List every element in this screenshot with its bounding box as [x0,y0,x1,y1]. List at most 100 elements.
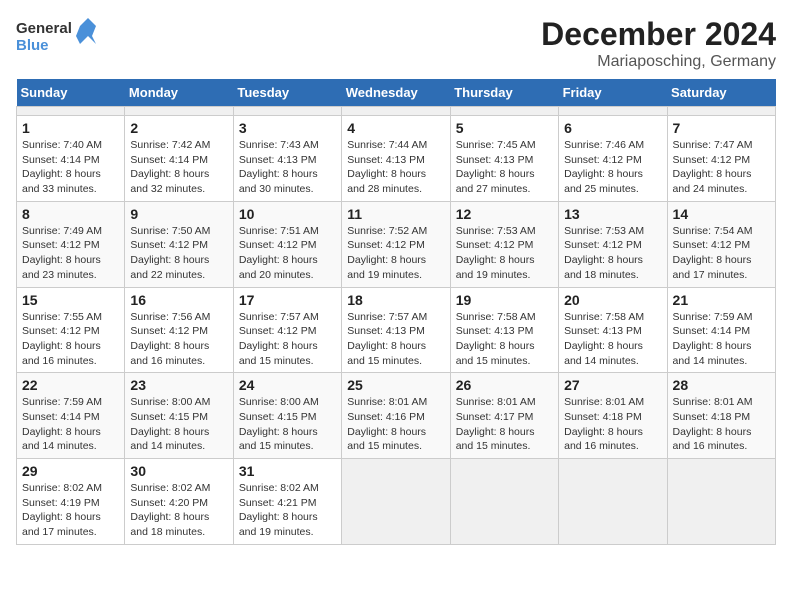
day-info: Sunrise: 7:56 AM Sunset: 4:12 PM Dayligh… [130,310,227,369]
calendar-cell [125,107,233,116]
calendar-cell: 24 Sunrise: 8:00 AM Sunset: 4:15 PM Dayli… [233,373,341,459]
day-info: Sunrise: 7:54 AM Sunset: 4:12 PM Dayligh… [673,224,770,283]
day-info: Sunrise: 8:01 AM Sunset: 4:17 PM Dayligh… [456,395,553,454]
calendar-cell: 23Sunrise: 8:00 AM Sunset: 4:15 PM Dayli… [125,373,233,459]
calendar-cell [342,459,450,545]
day-number: 18 [347,292,444,308]
day-number: 13 [564,206,661,222]
day-number: 4 [347,120,444,136]
day-info: Sunrise: 7:57 AM Sunset: 4:13 PM Dayligh… [347,310,444,369]
week-row-0 [17,107,776,116]
day-number: 25 [347,377,444,393]
day-info: Sunrise: 7:45 AM Sunset: 4:13 PM Dayligh… [456,138,553,197]
day-number: 12 [456,206,553,222]
day-info: Sunrise: 7:51 AM Sunset: 4:12 PM Dayligh… [239,224,336,283]
calendar-cell: 27Sunrise: 8:01 AM Sunset: 4:18 PM Dayli… [559,373,667,459]
day-number: 2 [130,120,227,136]
day-number: 15 [22,292,119,308]
week-row-4: 22Sunrise: 7:59 AM Sunset: 4:14 PM Dayli… [17,373,776,459]
calendar-cell: 31Sunrise: 8:02 AM Sunset: 4:21 PM Dayli… [233,459,341,545]
day-info: Sunrise: 8:00 AM Sunset: 4:15 PM Dayligh… [239,395,336,454]
day-info: Sunrise: 7:57 AM Sunset: 4:12 PM Dayligh… [239,310,336,369]
week-row-3: 15Sunrise: 7:55 AM Sunset: 4:12 PM Dayli… [17,287,776,373]
day-info: Sunrise: 8:01 AM Sunset: 4:18 PM Dayligh… [673,395,770,454]
svg-text:General: General [16,20,72,37]
logo-svg: General Blue [16,16,96,56]
day-info: Sunrise: 7:59 AM Sunset: 4:14 PM Dayligh… [22,395,119,454]
calendar-cell [17,107,125,116]
day-info: Sunrise: 7:42 AM Sunset: 4:14 PM Dayligh… [130,138,227,197]
week-row-5: 29Sunrise: 8:02 AM Sunset: 4:19 PM Dayli… [17,459,776,545]
logo: General Blue [16,16,96,56]
calendar-cell: 20 Sunrise: 7:58 AM Sunset: 4:13 PM Dayli… [559,287,667,373]
day-info: Sunrise: 8:00 AM Sunset: 4:15 PM Dayligh… [130,395,227,454]
day-info: Sunrise: 7:40 AM Sunset: 4:14 PM Dayligh… [22,138,119,197]
calendar-cell [342,107,450,116]
day-number: 17 [239,292,336,308]
calendar-cell: 26 Sunrise: 8:01 AM Sunset: 4:17 PM Dayli… [450,373,558,459]
day-number: 24 [239,377,336,393]
day-number: 16 [130,292,227,308]
day-number: 26 [456,377,553,393]
calendar-cell: 28 Sunrise: 8:01 AM Sunset: 4:18 PM Dayli… [667,373,775,459]
day-info: Sunrise: 7:52 AM Sunset: 4:12 PM Dayligh… [347,224,444,283]
day-info: Sunrise: 8:02 AM Sunset: 4:20 PM Dayligh… [130,481,227,540]
day-number: 20 [564,292,661,308]
calendar-cell: 13 Sunrise: 7:53 AM Sunset: 4:12 PM Dayli… [559,201,667,287]
col-header-monday: Monday [125,79,233,107]
day-number: 28 [673,377,770,393]
day-info: Sunrise: 8:01 AM Sunset: 4:18 PM Dayligh… [564,395,661,454]
week-row-2: 8 Sunrise: 7:49 AM Sunset: 4:12 PM Daylig… [17,201,776,287]
calendar-cell: 2 Sunrise: 7:42 AM Sunset: 4:14 PM Daylig… [125,116,233,202]
calendar-cell: 6Sunrise: 7:46 AM Sunset: 4:12 PM Daylig… [559,116,667,202]
calendar-cell: 5 Sunrise: 7:45 AM Sunset: 4:13 PM Daylig… [450,116,558,202]
day-info: Sunrise: 7:53 AM Sunset: 4:12 PM Dayligh… [456,224,553,283]
day-number: 6 [564,120,661,136]
day-number: 11 [347,206,444,222]
col-header-friday: Friday [559,79,667,107]
day-info: Sunrise: 7:44 AM Sunset: 4:13 PM Dayligh… [347,138,444,197]
day-number: 3 [239,120,336,136]
day-info: Sunrise: 7:58 AM Sunset: 4:13 PM Dayligh… [456,310,553,369]
day-number: 21 [673,292,770,308]
week-row-1: 1 Sunrise: 7:40 AM Sunset: 4:14 PM Daylig… [17,116,776,202]
calendar-cell [667,107,775,116]
calendar-cell [450,107,558,116]
day-number: 19 [456,292,553,308]
calendar-cell: 7Sunrise: 7:47 AM Sunset: 4:12 PM Daylig… [667,116,775,202]
col-header-tuesday: Tuesday [233,79,341,107]
day-info: Sunrise: 7:53 AM Sunset: 4:12 PM Dayligh… [564,224,661,283]
svg-text:Blue: Blue [16,37,49,54]
calendar-cell: 21 Sunrise: 7:59 AM Sunset: 4:14 PM Dayli… [667,287,775,373]
day-number: 7 [673,120,770,136]
calendar-cell: 12 Sunrise: 7:53 AM Sunset: 4:12 PM Dayli… [450,201,558,287]
day-info: Sunrise: 7:59 AM Sunset: 4:14 PM Dayligh… [673,310,770,369]
header-row: SundayMondayTuesdayWednesdayThursdayFrid… [17,79,776,107]
day-number: 31 [239,463,336,479]
calendar-cell: 1 Sunrise: 7:40 AM Sunset: 4:14 PM Daylig… [17,116,125,202]
day-info: Sunrise: 7:49 AM Sunset: 4:12 PM Dayligh… [22,224,119,283]
calendar-cell: 10Sunrise: 7:51 AM Sunset: 4:12 PM Dayli… [233,201,341,287]
day-number: 5 [456,120,553,136]
calendar-cell [667,459,775,545]
calendar-cell: 8 Sunrise: 7:49 AM Sunset: 4:12 PM Daylig… [17,201,125,287]
calendar-table: SundayMondayTuesdayWednesdayThursdayFrid… [16,79,776,545]
day-number: 8 [22,206,119,222]
calendar-cell [559,459,667,545]
day-number: 14 [673,206,770,222]
day-info: Sunrise: 7:43 AM Sunset: 4:13 PM Dayligh… [239,138,336,197]
calendar-cell: 29Sunrise: 8:02 AM Sunset: 4:19 PM Dayli… [17,459,125,545]
calendar-cell: 4 Sunrise: 7:44 AM Sunset: 4:13 PM Daylig… [342,116,450,202]
calendar-cell: 18 Sunrise: 7:57 AM Sunset: 4:13 PM Dayli… [342,287,450,373]
col-header-saturday: Saturday [667,79,775,107]
col-header-thursday: Thursday [450,79,558,107]
calendar-cell: 3 Sunrise: 7:43 AM Sunset: 4:13 PM Daylig… [233,116,341,202]
calendar-cell: 16 Sunrise: 7:56 AM Sunset: 4:12 PM Dayli… [125,287,233,373]
day-info: Sunrise: 7:58 AM Sunset: 4:13 PM Dayligh… [564,310,661,369]
day-number: 30 [130,463,227,479]
day-number: 1 [22,120,119,136]
calendar-cell: 30 Sunrise: 8:02 AM Sunset: 4:20 PM Dayli… [125,459,233,545]
calendar-cell: 11 Sunrise: 7:52 AM Sunset: 4:12 PM Dayli… [342,201,450,287]
calendar-cell [559,107,667,116]
day-info: Sunrise: 7:50 AM Sunset: 4:12 PM Dayligh… [130,224,227,283]
